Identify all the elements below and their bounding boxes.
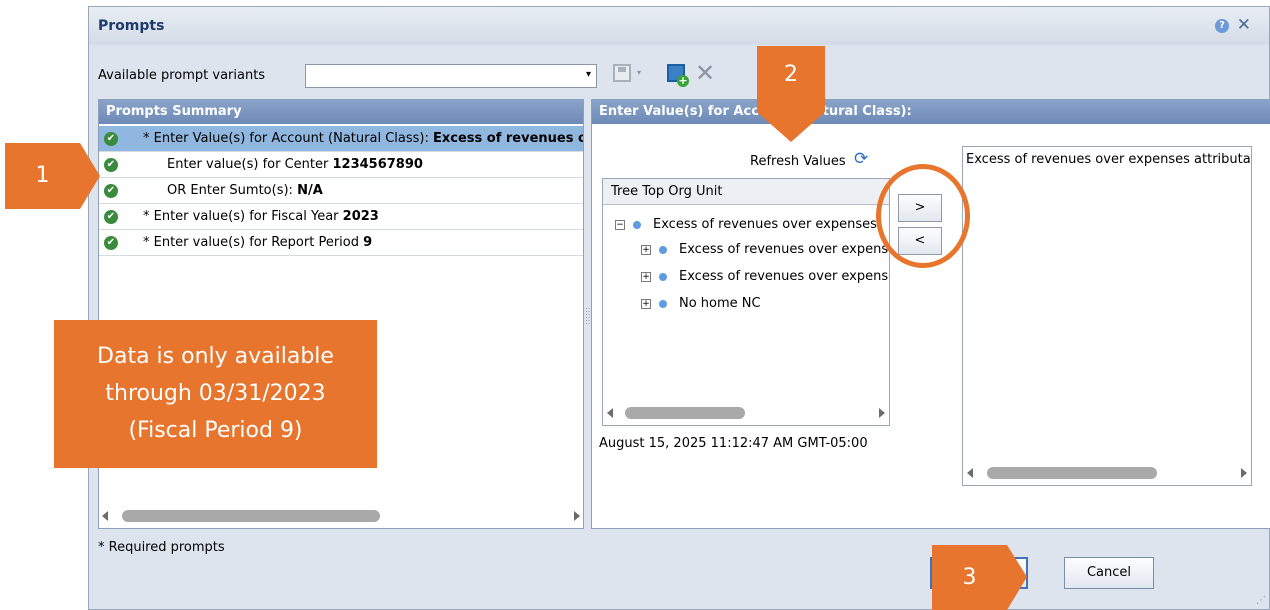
tree-node-label: No home NC	[679, 296, 761, 311]
prompt-value: Excess of revenues over expenses	[432, 131, 583, 146]
check-icon: ✔	[104, 210, 118, 224]
expand-icon[interactable]: +	[641, 298, 651, 309]
scroll-thumb[interactable]	[987, 467, 1157, 479]
prompt-row-sumto[interactable]: ✔ OR Enter Sumto(s): N/A	[99, 178, 583, 204]
scroll-right-icon[interactable]	[574, 511, 580, 521]
tree-node-label: Excess of revenues over expenses	[653, 217, 877, 232]
prompt-value: N/A	[297, 183, 323, 198]
tree-header: Tree Top Org Unit	[603, 179, 889, 205]
prompt-label: * Enter Value(s) for Account (Natural Cl…	[143, 131, 433, 146]
node-icon	[659, 272, 667, 281]
tree-node[interactable]: − Excess of revenues over expenses	[615, 217, 877, 232]
prompt-label: Enter value(s) for Center	[167, 157, 333, 172]
tree-node-label: Excess of revenues over expenses	[679, 242, 890, 257]
tree-node[interactable]: + Excess of revenues over expenses	[641, 242, 890, 257]
scroll-right-icon[interactable]	[879, 408, 885, 418]
resize-grip-icon[interactable]: ⋰	[1256, 595, 1266, 606]
collapse-icon[interactable]: −	[615, 219, 625, 230]
prompt-row-report-period[interactable]: ✔ * Enter value(s) for Report Period 9	[99, 230, 583, 256]
check-icon: ✔	[104, 236, 118, 250]
selected-value-item[interactable]: Excess of revenues over expenses attribu…	[966, 152, 1251, 167]
prompt-row-center[interactable]: ✔ Enter value(s) for Center 1234567890	[99, 152, 583, 178]
note-line: (Fiscal Period 9)	[128, 418, 303, 443]
prompt-row-account[interactable]: ✔ * Enter Value(s) for Account (Natural …	[99, 126, 583, 152]
prompt-value: 1234567890	[332, 157, 423, 172]
expand-icon[interactable]: +	[641, 244, 651, 255]
prompt-label: * Enter value(s) for Report Period	[143, 235, 364, 250]
highlight-circle	[876, 164, 970, 268]
cancel-button[interactable]: Cancel	[1064, 557, 1154, 589]
callout-badge-2: 2	[757, 46, 825, 112]
scroll-left-icon[interactable]	[607, 408, 613, 418]
prompt-row-fiscal-year[interactable]: ✔ * Enter value(s) for Fiscal Year 2023	[99, 204, 583, 230]
check-icon: ✔	[104, 132, 118, 146]
tree-node[interactable]: + Excess of revenues over expenses	[641, 269, 890, 284]
expand-icon[interactable]: +	[641, 271, 651, 282]
prompts-summary-header: Prompts Summary	[99, 100, 583, 124]
dropdown-arrow-icon[interactable]: ▾	[586, 69, 591, 80]
variants-select[interactable]: ▾	[305, 64, 597, 88]
prompt-label: OR Enter Sumto(s):	[167, 183, 298, 198]
required-prompts-note: * Required prompts	[98, 540, 225, 555]
callout-arrow-1	[80, 143, 100, 209]
tree-node-label: Excess of revenues over expenses	[679, 269, 890, 284]
prompt-list: ✔ * Enter Value(s) for Account (Natural …	[99, 126, 583, 256]
scroll-thumb[interactable]	[625, 407, 745, 419]
refresh-timestamp: August 15, 2025 11:12:47 AM GMT-05:00	[599, 436, 868, 451]
tree-node[interactable]: + No home NC	[641, 296, 761, 311]
close-icon[interactable]: ✕	[1237, 15, 1251, 35]
node-icon	[659, 245, 667, 254]
scroll-right-icon[interactable]	[1241, 468, 1247, 478]
prompt-value: 2023	[342, 209, 379, 224]
refresh-icon[interactable]: ⟳	[854, 150, 874, 168]
data-availability-note: Data is only available through 03/31/202…	[54, 320, 377, 468]
check-icon: ✔	[104, 158, 118, 172]
selected-values-list: Excess of revenues over expenses attribu…	[962, 146, 1252, 486]
node-icon	[659, 299, 667, 308]
callout-arrow-3	[1007, 545, 1027, 610]
delete-variant-icon: ✕	[695, 59, 716, 87]
horizontal-scrollbar[interactable]	[607, 407, 885, 421]
save-variant-icon	[613, 64, 631, 82]
note-line: Data is only available	[97, 344, 334, 369]
dialog-titlebar: Prompts ? ✕	[89, 7, 1269, 45]
horizontal-scrollbar[interactable]	[102, 510, 580, 524]
node-icon	[633, 220, 641, 229]
callout-badge-1: 1	[5, 143, 80, 209]
scroll-left-icon[interactable]	[102, 511, 108, 521]
horizontal-scrollbar[interactable]	[967, 467, 1247, 481]
refresh-values-label[interactable]: Refresh Values	[750, 154, 846, 169]
save-dropdown-icon: ▾	[637, 68, 642, 77]
prompts-dialog: Prompts ? ✕ Available prompt variants ▾ …	[88, 6, 1270, 610]
scroll-left-icon[interactable]	[967, 468, 973, 478]
note-line: through 03/31/2023	[105, 381, 326, 406]
org-unit-tree: Tree Top Org Unit − Excess of revenues ov…	[602, 178, 890, 426]
value-selection-header: Enter Value(s) for Account (Natural Clas…	[592, 100, 1270, 124]
value-selection-panel: Enter Value(s) for Account (Natural Clas…	[591, 99, 1270, 529]
help-icon[interactable]: ?	[1215, 19, 1229, 33]
scroll-thumb[interactable]	[122, 510, 380, 522]
save-as-variant-icon[interactable]	[667, 64, 689, 87]
dialog-title: Prompts	[98, 18, 165, 34]
callout-badge-3: 3	[932, 545, 1007, 610]
prompt-value: 9	[363, 235, 373, 250]
screen: Prompts ? ✕ Available prompt variants ▾ …	[0, 0, 1270, 610]
prompt-label: * Enter value(s) for Fiscal Year	[143, 209, 343, 224]
variants-label: Available prompt variants	[98, 68, 266, 83]
check-icon: ✔	[104, 184, 118, 198]
callout-arrow-2	[757, 112, 825, 142]
